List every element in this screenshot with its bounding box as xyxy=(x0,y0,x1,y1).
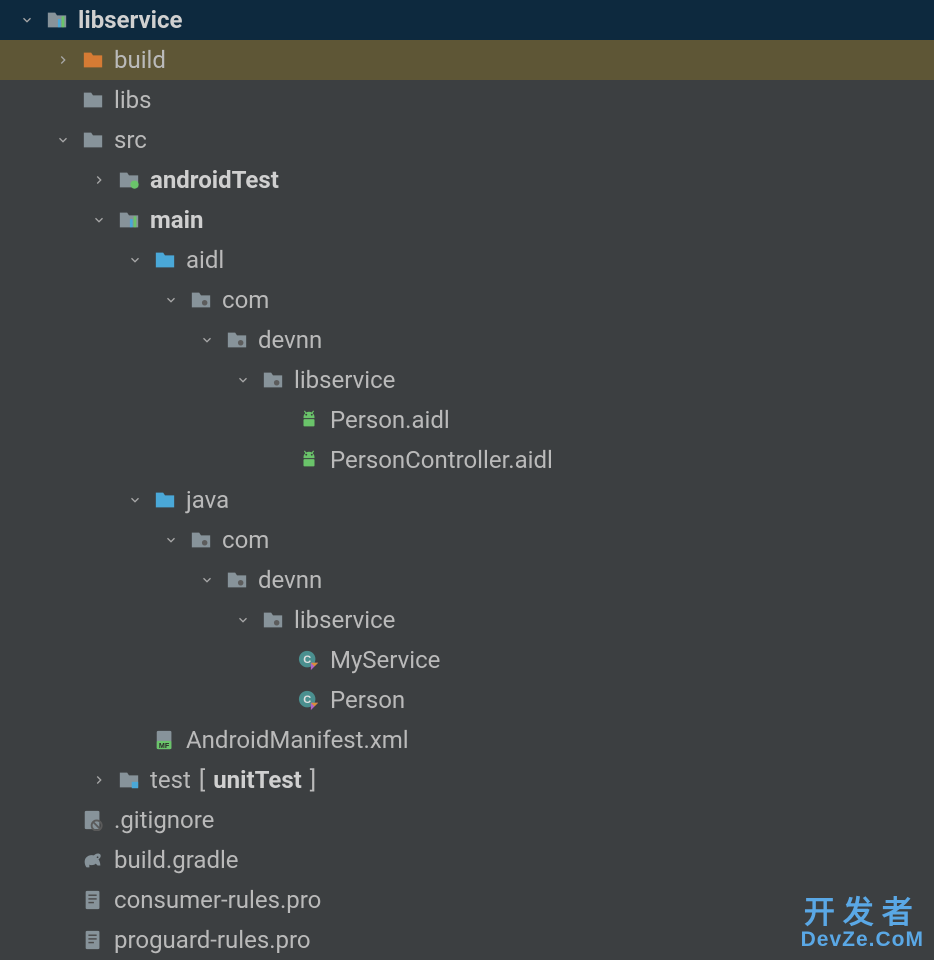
tree-node-label: .gitignore xyxy=(114,806,214,834)
chevron-down-icon[interactable] xyxy=(90,211,108,229)
svg-text:MF: MF xyxy=(159,742,170,750)
tree-node-label: proguard-rules.pro xyxy=(114,926,311,954)
folder-test-icon xyxy=(116,167,142,193)
text-file-icon xyxy=(80,927,106,953)
svg-text:C: C xyxy=(303,654,311,666)
gitignore-icon xyxy=(80,807,106,833)
module-icon xyxy=(44,7,70,33)
package-icon xyxy=(224,567,250,593)
tree-node-test[interactable]: test [ unitTest] xyxy=(0,760,934,800)
manifest-icon: MF xyxy=(152,727,178,753)
chevron-down-icon[interactable] xyxy=(126,251,144,269)
chevron-down-icon[interactable] xyxy=(54,131,72,149)
tree-node-label: consumer-rules.pro xyxy=(114,886,321,914)
tree-node-label: Person xyxy=(330,686,405,714)
tree-node-aidl-com[interactable]: com xyxy=(0,280,934,320)
tree-node-proguard-rules[interactable]: proguard-rules.pro xyxy=(0,920,934,960)
folder-orange-icon xyxy=(80,47,106,73)
project-tree[interactable]: libservice build libs srcandroidTest main aid… xyxy=(0,0,934,960)
tree-node-root[interactable]: libservice xyxy=(0,0,934,40)
tree-node-java-com[interactable]: com xyxy=(0,520,934,560)
tree-node-personcontroller-aidl[interactable]: PersonController.aidl xyxy=(0,440,934,480)
android-icon xyxy=(296,447,322,473)
tree-node-aidl-libservice[interactable]: libservice xyxy=(0,360,934,400)
kotlin-class-icon: C xyxy=(296,647,322,673)
tree-node-label: libservice xyxy=(294,366,395,394)
tree-node-label: test xyxy=(150,766,191,794)
tree-node-label: com xyxy=(222,286,269,314)
module-icon xyxy=(116,207,142,233)
tree-node-main[interactable]: main xyxy=(0,200,934,240)
chevron-down-icon[interactable] xyxy=(198,331,216,349)
tree-node-src[interactable]: src xyxy=(0,120,934,160)
tree-node-label: MyService xyxy=(330,646,440,674)
tree-node-label: AndroidManifest.xml xyxy=(186,726,409,754)
tree-node-suffix-open: [ xyxy=(199,766,205,794)
tree-node-java-libservice[interactable]: libservice xyxy=(0,600,934,640)
tree-node-label: java xyxy=(186,486,229,514)
tree-node-label: devnn xyxy=(258,566,322,594)
tree-node-consumer-rules[interactable]: consumer-rules.pro xyxy=(0,880,934,920)
package-icon xyxy=(188,287,214,313)
folder-source-icon xyxy=(152,247,178,273)
chevron-down-icon[interactable] xyxy=(234,371,252,389)
chevron-right-icon[interactable] xyxy=(54,51,72,69)
tree-node-aidl-devnn[interactable]: devnn xyxy=(0,320,934,360)
tree-node-person-aidl[interactable]: Person.aidl xyxy=(0,400,934,440)
tree-node-label: androidTest xyxy=(150,166,279,194)
folder-icon xyxy=(80,87,106,113)
package-icon xyxy=(188,527,214,553)
tree-node-label: libservice xyxy=(78,6,182,34)
tree-node-manifest[interactable]: MF AndroidManifest.xml xyxy=(0,720,934,760)
folder-unit-icon xyxy=(116,767,142,793)
tree-node-label: main xyxy=(150,206,203,234)
tree-node-build[interactable]: build xyxy=(0,40,934,80)
tree-node-label: Person.aidl xyxy=(330,406,450,434)
tree-node-label: build.gradle xyxy=(114,846,239,874)
tree-node-label: aidl xyxy=(186,246,224,274)
tree-node-label: build xyxy=(114,46,166,74)
package-icon xyxy=(260,367,286,393)
text-file-icon xyxy=(80,887,106,913)
tree-node-label: devnn xyxy=(258,326,322,354)
tree-node-label: src xyxy=(114,126,147,154)
tree-node-myservice[interactable]: C MyService xyxy=(0,640,934,680)
tree-node-aidl[interactable]: aidl xyxy=(0,240,934,280)
tree-node-label: com xyxy=(222,526,269,554)
folder-icon xyxy=(80,127,106,153)
gradle-icon xyxy=(80,847,106,873)
tree-node-androidTest[interactable]: androidTest xyxy=(0,160,934,200)
chevron-right-icon[interactable] xyxy=(90,171,108,189)
chevron-down-icon[interactable] xyxy=(234,611,252,629)
tree-node-libs[interactable]: libs xyxy=(0,80,934,120)
folder-source-icon xyxy=(152,487,178,513)
tree-node-build-gradle[interactable]: build.gradle xyxy=(0,840,934,880)
package-icon xyxy=(224,327,250,353)
android-icon xyxy=(296,407,322,433)
tree-node-label: PersonController.aidl xyxy=(330,446,553,474)
chevron-right-icon[interactable] xyxy=(90,771,108,789)
tree-node-label: libservice xyxy=(294,606,395,634)
chevron-down-icon[interactable] xyxy=(126,491,144,509)
chevron-down-icon[interactable] xyxy=(162,291,180,309)
tree-node-suffix-bold: unitTest xyxy=(213,766,302,794)
package-icon xyxy=(260,607,286,633)
tree-node-java-devnn[interactable]: devnn xyxy=(0,560,934,600)
chevron-down-icon[interactable] xyxy=(18,11,36,29)
tree-node-person-class[interactable]: C Person xyxy=(0,680,934,720)
kotlin-class-icon: C xyxy=(296,687,322,713)
tree-node-suffix-close: ] xyxy=(310,766,316,794)
svg-text:C: C xyxy=(303,694,311,706)
tree-node-gitignore[interactable]: .gitignore xyxy=(0,800,934,840)
chevron-down-icon[interactable] xyxy=(198,571,216,589)
tree-node-java[interactable]: java xyxy=(0,480,934,520)
tree-node-label: libs xyxy=(114,86,152,114)
chevron-down-icon[interactable] xyxy=(162,531,180,549)
